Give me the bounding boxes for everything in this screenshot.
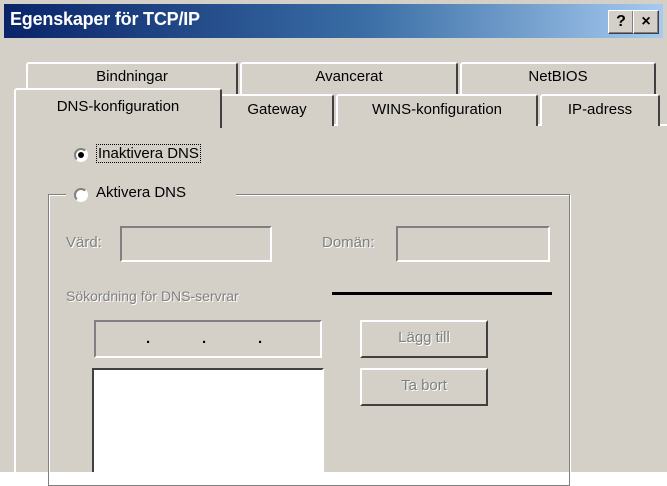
dns-server-list[interactable] — [92, 368, 324, 472]
tab-gateway[interactable]: Gateway — [220, 94, 334, 126]
tab-label: NetBIOS — [528, 68, 588, 85]
properties-window: Egenskaper för TCP/IP ? × Bindningar Ava… — [0, 0, 667, 486]
window-title: Egenskaper för TCP/IP — [10, 9, 200, 29]
tab-dns-konfiguration[interactable]: DNS-konfiguration — [14, 88, 222, 128]
help-button[interactable]: ? — [608, 10, 634, 34]
domain-label: Domän: — [322, 234, 375, 251]
radio-dot — [78, 152, 84, 158]
ip-dot: . — [258, 330, 263, 347]
enable-dns-label[interactable]: Aktivera DNS — [96, 184, 186, 201]
tab-label: DNS-konfiguration — [56, 98, 180, 115]
disable-dns-radio[interactable] — [74, 148, 88, 162]
tab-label: Bindningar — [96, 68, 168, 85]
remove-button-label: Ta bort — [401, 377, 447, 394]
domain-input[interactable] — [396, 226, 550, 262]
title-bar: Egenskaper för TCP/IP ? × — [4, 4, 663, 38]
tab-avancerat[interactable]: Avancerat — [240, 62, 458, 94]
add-button-label: Lägg till — [398, 329, 450, 346]
enable-dns-radio[interactable] — [74, 188, 88, 202]
tab-ip-adress[interactable]: IP-adress — [540, 94, 660, 126]
ip-dot: . — [146, 330, 151, 347]
add-button[interactable]: Lägg till — [360, 320, 488, 358]
dns-server-ip-input[interactable]: . . . — [94, 320, 322, 358]
remove-button[interactable]: Ta bort — [360, 368, 488, 406]
tab-wins-konfiguration[interactable]: WINS-konfiguration — [336, 94, 538, 126]
close-button[interactable]: × — [633, 10, 659, 34]
tab-label: WINS-konfiguration — [371, 101, 503, 118]
tab-label: Avancerat — [315, 68, 383, 85]
search-order-separator — [332, 292, 552, 295]
disable-dns-label[interactable]: Inaktivera DNS — [96, 144, 201, 163]
close-icon: × — [641, 13, 651, 30]
host-label: Värd: — [66, 234, 102, 251]
host-input[interactable] — [120, 226, 272, 262]
tab-label: IP-adress — [567, 101, 633, 118]
ip-dot: . — [202, 330, 207, 347]
help-icon: ? — [616, 13, 626, 30]
tab-label: Gateway — [247, 101, 307, 118]
tab-netbios[interactable]: NetBIOS — [460, 62, 656, 94]
search-order-label: Sökordning för DNS-servrar — [66, 288, 239, 304]
